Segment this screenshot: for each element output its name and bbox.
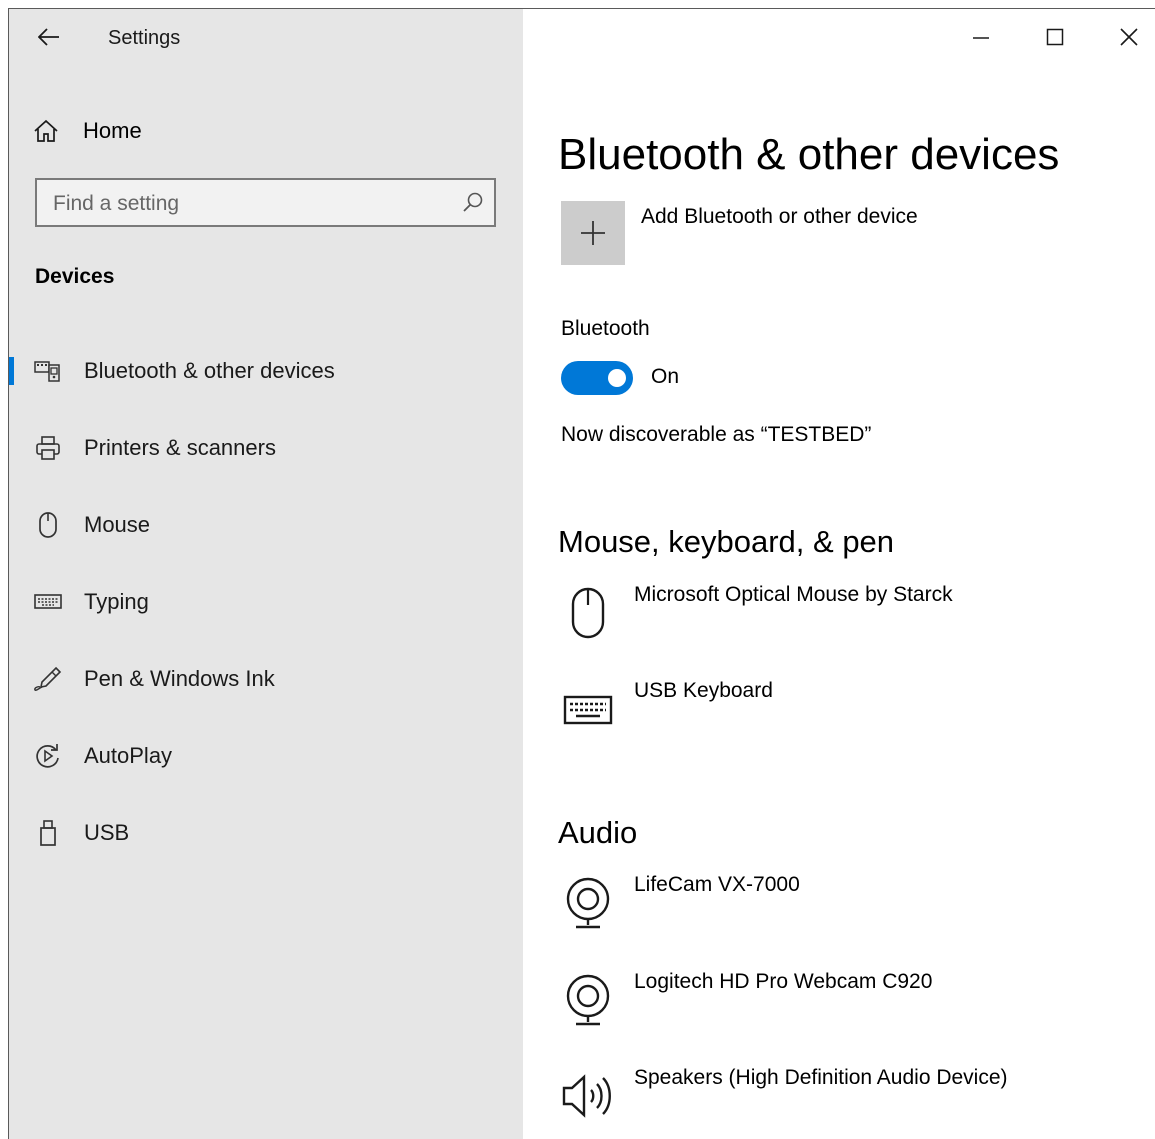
keyboard-icon [558, 679, 618, 739]
sidebar-item-label: Bluetooth & other devices [84, 358, 335, 383]
sidebar-item-pen[interactable]: Pen & Windows Ink [9, 651, 523, 707]
keyboard-icon [33, 587, 63, 617]
close-icon [1120, 28, 1138, 46]
sidebar-item-label: Pen & Windows Ink [84, 666, 275, 691]
home-icon [34, 119, 58, 142]
sidebar-item-bluetooth-devices[interactable]: Bluetooth & other devices [9, 343, 523, 399]
device-name: Speakers (High Definition Audio Device) [634, 1066, 1008, 1089]
device-name: Logitech HD Pro Webcam C920 [634, 970, 933, 993]
sidebar-item-home-label: Home [83, 118, 142, 143]
group-heading-audio: Audio [558, 815, 638, 850]
speaker-icon [558, 1066, 618, 1126]
bluetooth-devices-icon [33, 356, 63, 386]
device-item[interactable]: Microsoft Optical Mouse by Starck [558, 583, 1118, 653]
section-label-devices: Devices [35, 265, 115, 288]
pen-icon [33, 664, 63, 694]
mouse-icon [33, 510, 63, 540]
search-icon[interactable] [462, 191, 484, 213]
usb-icon [33, 818, 63, 848]
sidebar: Settings Home Devices [9, 9, 523, 1139]
bluetooth-toggle[interactable] [561, 361, 633, 395]
device-name: Microsoft Optical Mouse by Starck [634, 583, 953, 606]
discoverable-text: Now discoverable as “TESTBED” [561, 423, 872, 446]
device-item[interactable]: USB Keyboard [558, 679, 1118, 749]
sidebar-item-label: Printers & scanners [84, 435, 276, 460]
page-title: Bluetooth & other devices [558, 130, 1060, 180]
webcam-icon [558, 970, 618, 1030]
bluetooth-state-text: On [651, 365, 680, 388]
bluetooth-label: Bluetooth [561, 317, 650, 340]
sidebar-item-mouse[interactable]: Mouse [9, 497, 523, 553]
sidebar-item-label: USB [84, 820, 130, 845]
plus-icon [581, 221, 605, 245]
group-heading-input-devices: Mouse, keyboard, & pen [558, 524, 895, 559]
sidebar-item-home[interactable]: Home [33, 113, 142, 149]
device-name: USB Keyboard [634, 679, 773, 702]
sidebar-item-typing[interactable]: Typing [9, 574, 523, 630]
search-box[interactable] [35, 178, 496, 227]
maximize-icon [1046, 28, 1064, 46]
sidebar-item-label: Typing [84, 589, 149, 614]
mouse-icon [558, 583, 618, 643]
webcam-icon [558, 873, 618, 933]
sidebar-item-label: Mouse [84, 512, 151, 537]
back-button[interactable] [31, 21, 67, 53]
settings-window: Settings Home Devices [8, 8, 1155, 1139]
sidebar-item-autoplay[interactable]: AutoPlay [9, 728, 523, 784]
minimize-icon [973, 37, 989, 39]
autoplay-icon [33, 741, 63, 771]
search-input[interactable] [37, 180, 455, 227]
printer-icon [33, 433, 63, 463]
back-arrow-icon [38, 28, 59, 46]
device-item[interactable]: Logitech HD Pro Webcam C920 [558, 970, 1118, 1040]
minimize-button[interactable] [955, 17, 1007, 57]
sidebar-item-label: AutoPlay [84, 743, 173, 768]
device-item[interactable]: Speakers (High Definition Audio Device) [558, 1066, 1118, 1136]
close-button[interactable] [1103, 17, 1155, 57]
add-device-label[interactable]: Add Bluetooth or other device [641, 205, 918, 229]
add-device-button[interactable] [561, 201, 625, 265]
app-title: Settings [108, 27, 181, 49]
device-name: LifeCam VX-7000 [634, 873, 800, 896]
device-item[interactable]: LifeCam VX-7000 [558, 873, 1118, 943]
sidebar-item-usb[interactable]: USB [9, 805, 523, 861]
maximize-button[interactable] [1029, 17, 1081, 57]
main-content: Bluetooth & other devices Add Bluetooth … [523, 9, 1155, 1139]
sidebar-item-printers[interactable]: Printers & scanners [9, 420, 523, 476]
toggle-knob [608, 369, 626, 387]
